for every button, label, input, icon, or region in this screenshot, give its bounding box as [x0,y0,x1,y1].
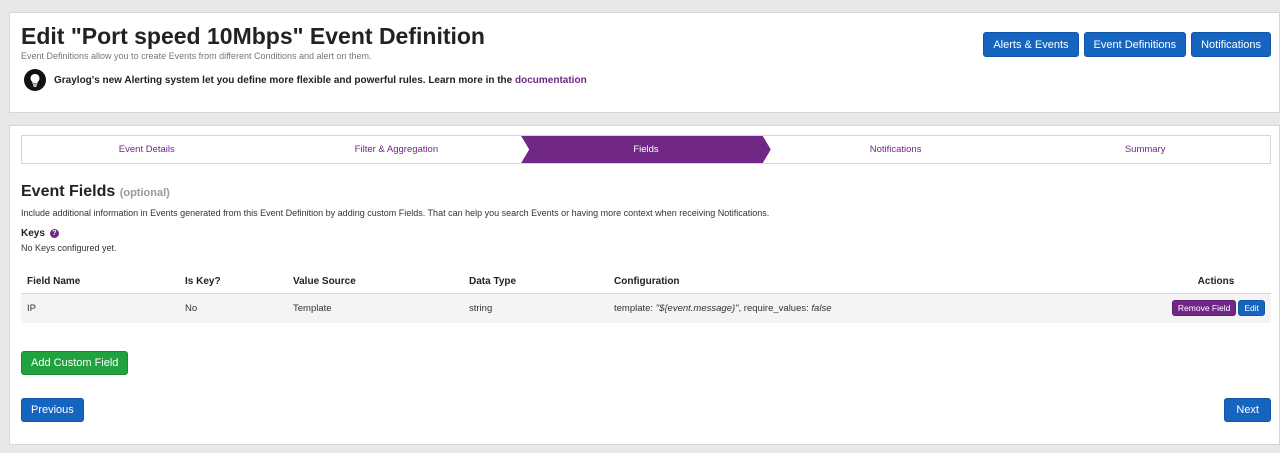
wizard-step-summary[interactable]: Summary [1020,136,1270,163]
table-row: IP No Template string template: "${event… [21,293,1271,323]
remove-field-button[interactable]: Remove Field [1171,300,1237,317]
wizard-step-filter-aggregation[interactable]: Filter & Aggregation [272,136,522,163]
column-header: Value Source [287,271,463,294]
edit-field-button[interactable]: Edit [1238,300,1265,317]
event-definition-form-panel: Event Details Filter & Aggregation Field… [9,125,1280,445]
is-key-cell: No [179,293,287,323]
value-source-cell: Template [287,293,463,323]
previous-button[interactable]: Previous [21,398,84,422]
keys-label: Keys ? [21,228,59,239]
wizard-step-event-details[interactable]: Event Details [22,136,272,163]
next-button[interactable]: Next [1224,398,1271,422]
data-type-cell: string [463,293,608,323]
alerting-notice: Graylog's new Alerting system let you de… [24,69,587,91]
wizard-step-fields[interactable]: Fields [521,136,771,163]
column-header: Actions [1161,271,1271,294]
alerts-events-button[interactable]: Alerts & Events [983,32,1079,57]
column-header: Is Key? [179,271,287,294]
notifications-button[interactable]: Notifications [1191,32,1271,57]
event-fields-table: Field Name Is Key? Value Source Data Typ… [21,271,1271,323]
page-header-panel: Edit "Port speed 10Mbps" Event Definitio… [9,12,1280,113]
field-name-cell: IP [21,293,179,323]
header-button-group: Alerts & Events Event Definitions Notifi… [983,32,1271,57]
configuration-cell: template: "${event.message}", require_va… [608,293,1161,323]
add-custom-field-button[interactable]: Add Custom Field [21,351,129,375]
column-header: Field Name [21,271,179,294]
page-subtitle: Event Definitions allow you to create Ev… [21,51,372,61]
optional-label: (optional) [119,187,170,199]
event-definitions-button[interactable]: Event Definitions [1083,32,1187,57]
column-header: Data Type [463,271,608,294]
table-header-row: Field Name Is Key? Value Source Data Typ… [21,271,1271,294]
actions-cell: Remove Field Edit [1161,293,1271,323]
wizard-step-notifications[interactable]: Notifications [771,136,1021,163]
lightbulb-icon [24,69,46,91]
event-fields-title: Event Fields (optional) [21,183,170,200]
page-title: Edit "Port speed 10Mbps" Event Definitio… [21,23,485,49]
event-fields-description: Include additional information in Events… [21,208,770,218]
keys-empty-message: No Keys configured yet. [21,243,117,253]
help-icon[interactable]: ? [49,229,59,238]
column-header: Configuration [608,271,1161,294]
wizard-steps: Event Details Filter & Aggregation Field… [21,135,1271,164]
documentation-link[interactable]: documentation [515,75,587,86]
notice-text: Graylog's new Alerting system let you de… [54,74,587,86]
